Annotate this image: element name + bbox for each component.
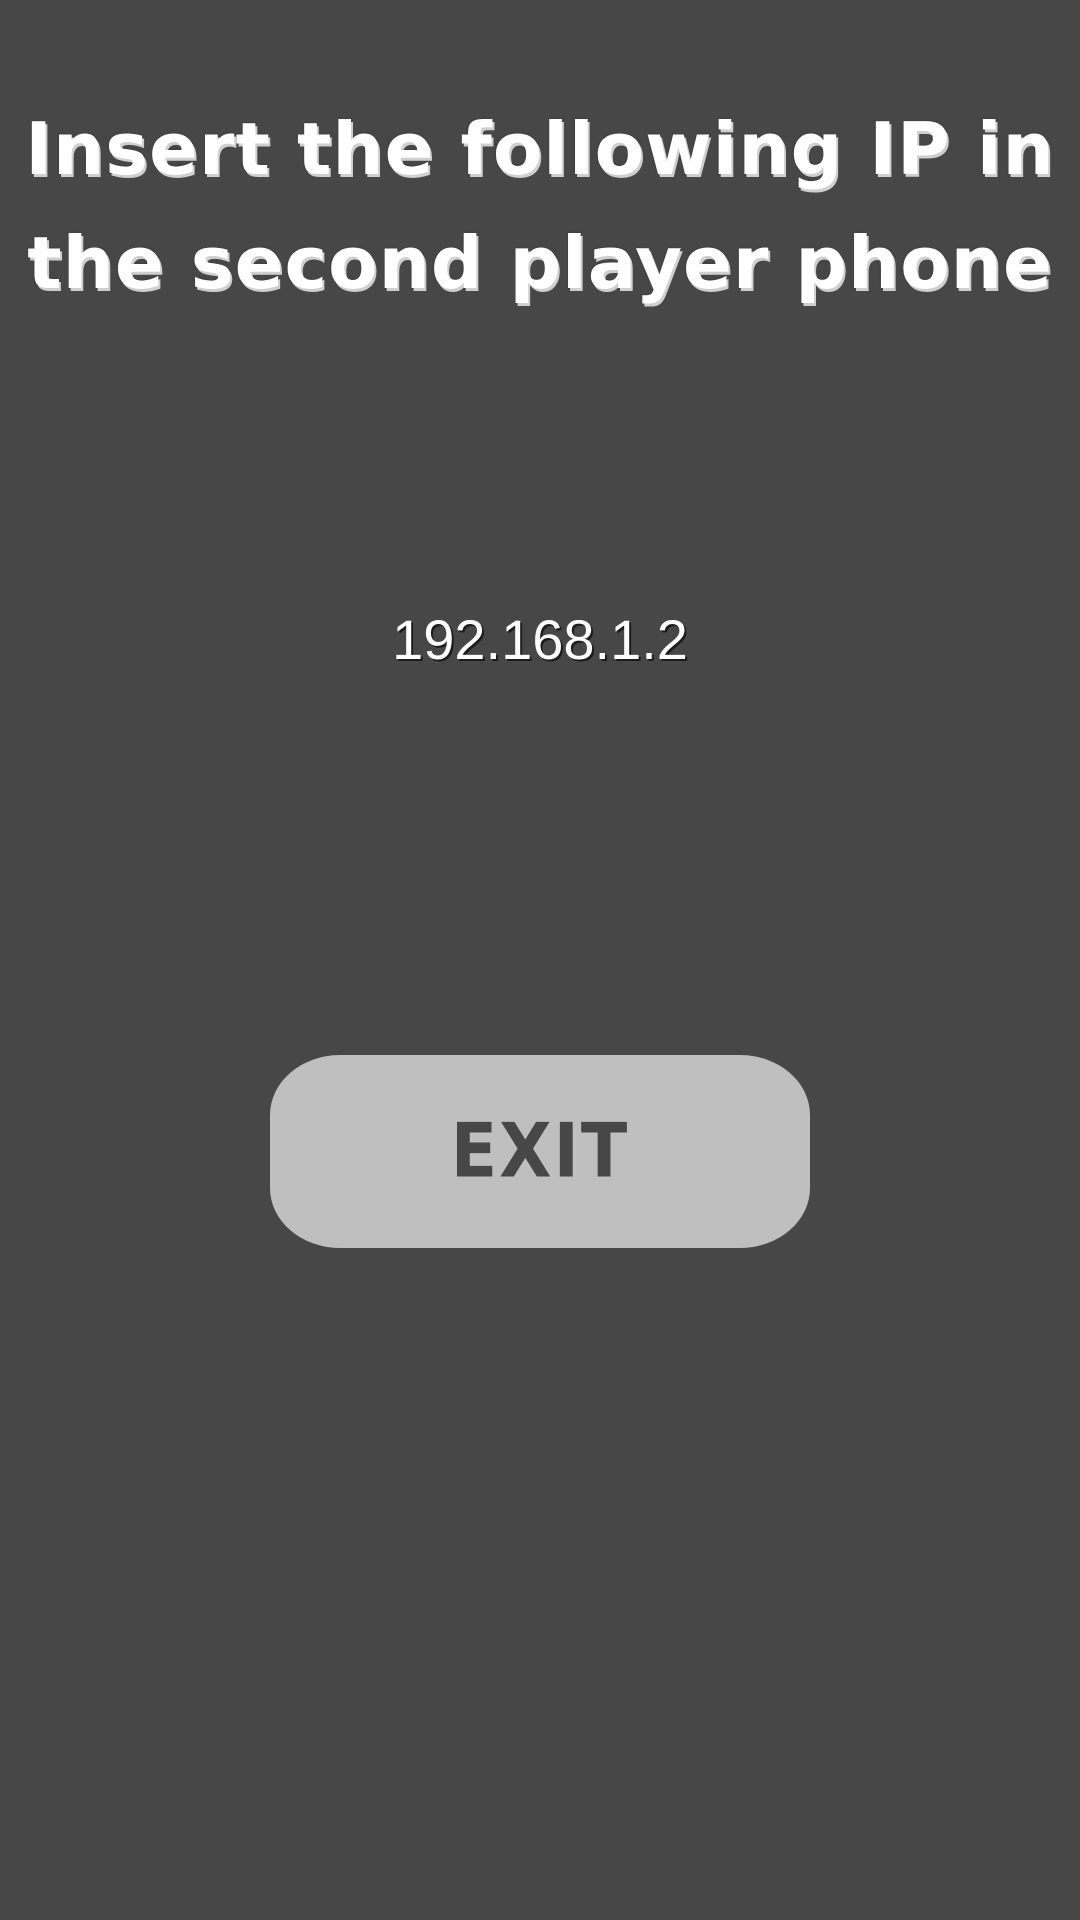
instruction-title: Insert the following IP in the second pl… [25, 107, 1055, 305]
ip-address: 192.168.1.2 [392, 608, 688, 671]
exit-button-label: EXIT [450, 1108, 630, 1195]
exit-button[interactable]: EXIT [270, 1055, 810, 1248]
